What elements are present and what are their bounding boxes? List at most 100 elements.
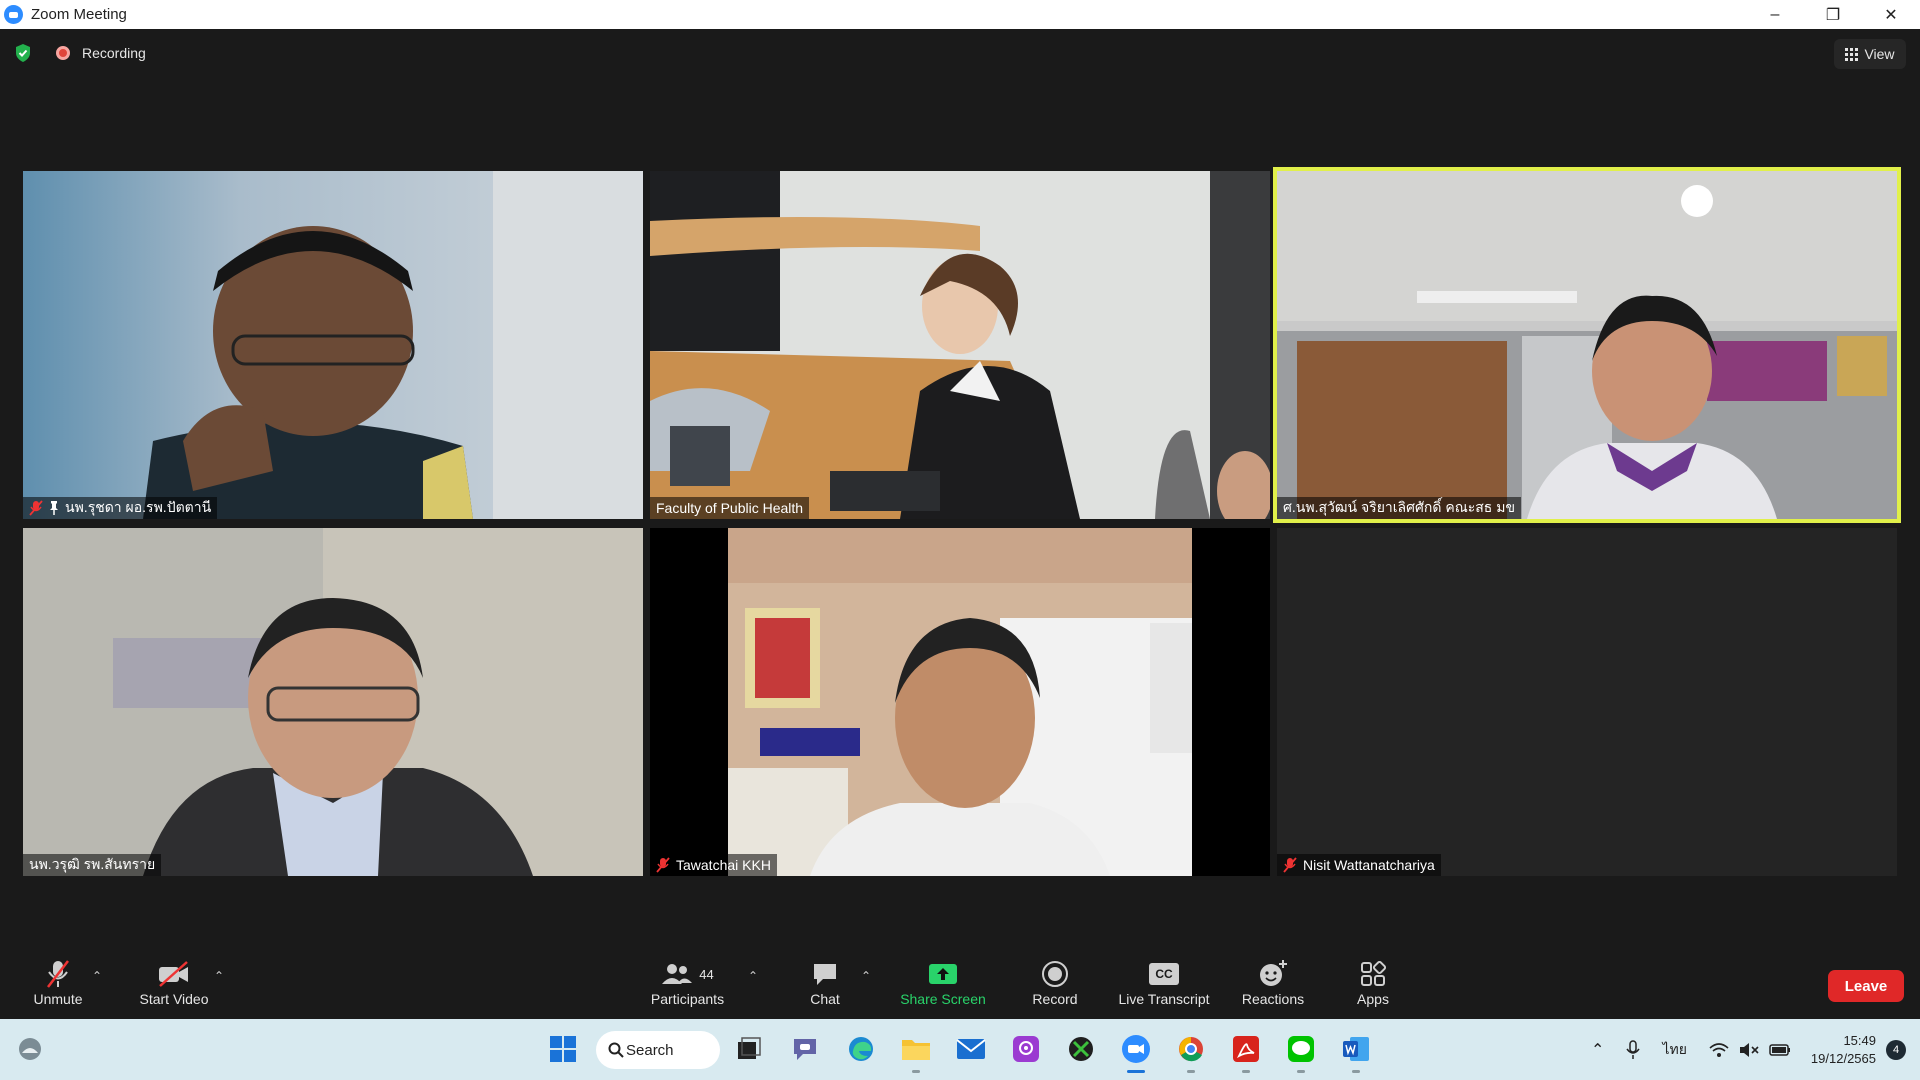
apps-icon (1360, 957, 1386, 991)
search-icon (608, 1042, 624, 1058)
edge-browser-icon[interactable] (843, 1031, 879, 1067)
zoom-logo-icon (4, 5, 23, 24)
clock[interactable]: 15:49 19/12/2565 (1811, 1032, 1876, 1068)
security-shield-icon[interactable] (14, 43, 32, 63)
participants-button[interactable]: 44 Participants (645, 957, 730, 1007)
window-title: Zoom Meeting (31, 6, 127, 23)
participants-label: Participants (650, 991, 725, 1007)
chat-button[interactable]: Chat (805, 957, 845, 1007)
pin-icon (49, 501, 59, 515)
muted-mic-icon (1283, 857, 1297, 873)
reactions-icon (1258, 957, 1288, 991)
video-tile-active-speaker[interactable]: ศ.นพ.สุวัฒน์ จริยาเลิศศักดิ์ คณะสธ มข (1273, 167, 1901, 523)
participants-count: 44 (699, 966, 714, 982)
recording-label[interactable]: Recording (82, 45, 146, 61)
podcast-app-icon[interactable] (1008, 1031, 1044, 1067)
participant-name-bar: นพ.รุชดา ผอ.รพ.ปัตตานี (23, 497, 218, 519)
meeting-toolbar: Unmute ⌃ Start Video ⌃ 44 Participants ⌃… (0, 951, 1920, 1019)
clock-date: 19/12/2565 (1810, 1050, 1876, 1066)
microphone-icon[interactable] (1626, 1039, 1641, 1060)
video-feed (1277, 171, 1897, 519)
chat-label: Chat (810, 991, 840, 1007)
participant-name: ศ.นพ.สุวัฒน์ จริยาเลิศศักดิ์ คณะสธ มข (1283, 499, 1516, 515)
reactions-label: Reactions (1241, 991, 1305, 1007)
record-button[interactable]: Record (1030, 957, 1080, 1007)
chrome-icon[interactable] (1173, 1031, 1209, 1073)
video-tile[interactable]: Faculty of Public Health (650, 171, 1270, 519)
participants-options-chevron-icon[interactable]: ⌃ (748, 969, 758, 983)
video-tile[interactable]: Tawatchai KKH (650, 528, 1270, 876)
file-explorer-icon[interactable] (898, 1031, 934, 1073)
participants-icon: 44 (661, 957, 714, 991)
participant-name: Nisit Wattanatchariya (1303, 857, 1435, 873)
window-controls: – ❐ ✕ (1746, 0, 1920, 29)
video-tile[interactable]: นพ.รุชดา ผอ.รพ.ปัตตานี (23, 171, 643, 519)
apps-label: Apps (1357, 991, 1389, 1007)
video-options-chevron-icon[interactable]: ⌃ (214, 969, 224, 983)
start-video-label: Start Video (139, 991, 209, 1007)
notification-badge[interactable]: 4 (1886, 1039, 1906, 1060)
chat-icon (811, 957, 839, 991)
wifi-icon[interactable] (1709, 1042, 1729, 1058)
clock-time: 15:49 (1843, 1032, 1876, 1048)
participant-name-bar: ศ.นพ.สุวัฒน์ จริยาเลิศศักดิ์ คณะสธ มข (1277, 497, 1522, 519)
audio-options-chevron-icon[interactable]: ⌃ (92, 969, 102, 983)
participant-name-bar: นพ.วรุฒิ รพ.สันทราย (23, 854, 162, 876)
participant-name-bar: Nisit Wattanatchariya (1277, 854, 1441, 876)
unmute-label: Unmute (33, 991, 83, 1007)
acrobat-icon[interactable] (1228, 1031, 1264, 1073)
line-app-icon[interactable] (1283, 1031, 1319, 1073)
participant-name: Faculty of Public Health (656, 500, 804, 516)
input-language[interactable]: ไทย (1662, 1039, 1686, 1061)
close-button[interactable]: ✕ (1862, 0, 1920, 29)
leave-button[interactable]: Leave (1828, 970, 1904, 1002)
view-button[interactable]: View (1834, 39, 1906, 69)
search-label: Search (626, 1041, 674, 1059)
share-screen-button[interactable]: Share Screen (898, 957, 988, 1007)
live-transcript-button[interactable]: CC Live Transcript (1113, 957, 1215, 1007)
participant-name: นพ.วรุฒิ รพ.สันทราย (29, 856, 156, 872)
muted-mic-icon (29, 500, 43, 516)
teams-chat-icon[interactable] (787, 1031, 823, 1067)
video-feed (23, 171, 643, 519)
battery-icon[interactable] (1769, 1043, 1791, 1057)
meeting-status: Recording (14, 43, 146, 63)
video-tile[interactable]: นพ.วรุฒิ รพ.สันทราย (23, 528, 643, 876)
chat-options-chevron-icon[interactable]: ⌃ (861, 969, 871, 983)
live-transcript-label: Live Transcript (1118, 991, 1210, 1007)
video-tile[interactable]: Nisit Wattanatchariya (1277, 528, 1897, 876)
participant-name-bar: Tawatchai KKH (650, 854, 777, 876)
zoom-app-icon[interactable] (1118, 1031, 1154, 1073)
meeting-area: Recording View นพ.รุชดา ผอ.รพ.ปัตตานี Fa… (0, 29, 1920, 1019)
restore-button[interactable]: ❐ (1804, 0, 1862, 29)
xbox-icon[interactable] (1063, 1031, 1099, 1067)
video-off-icon (157, 957, 191, 991)
record-icon (1041, 957, 1069, 991)
reactions-button[interactable]: Reactions (1238, 957, 1308, 1007)
recording-icon (56, 46, 70, 60)
taskbar-search[interactable]: Search (596, 1031, 720, 1069)
participant-name: Tawatchai KKH (676, 857, 771, 873)
show-hidden-icons-chevron-icon[interactable]: ⌃ (1591, 1040, 1604, 1060)
minimize-button[interactable]: – (1746, 0, 1804, 29)
muted-mic-icon (45, 957, 71, 991)
volume-muted-icon[interactable] (1739, 1042, 1759, 1058)
widgets-icon[interactable] (12, 1031, 48, 1067)
video-feed (650, 528, 1270, 876)
start-windows-icon[interactable] (545, 1031, 581, 1067)
share-screen-icon (928, 957, 958, 991)
participant-name: นพ.รุชดา ผอ.รพ.ปัตตานี (65, 499, 212, 515)
task-view-icon[interactable] (731, 1031, 767, 1067)
video-feed (23, 528, 643, 876)
unmute-button[interactable]: Unmute (28, 957, 88, 1007)
participant-name-bar: Faculty of Public Health (650, 497, 810, 519)
os-taskbar: Search ⌃ ไทย 15:49 19/12/2565 4 (0, 1019, 1920, 1080)
apps-button[interactable]: Apps (1353, 957, 1393, 1007)
share-screen-label: Share Screen (900, 991, 986, 1007)
start-video-button[interactable]: Start Video (134, 957, 214, 1007)
mail-icon[interactable] (953, 1031, 989, 1067)
muted-mic-icon (656, 857, 670, 873)
view-label: View (1864, 46, 1895, 62)
word-icon[interactable] (1338, 1031, 1374, 1073)
video-feed (650, 171, 1270, 519)
